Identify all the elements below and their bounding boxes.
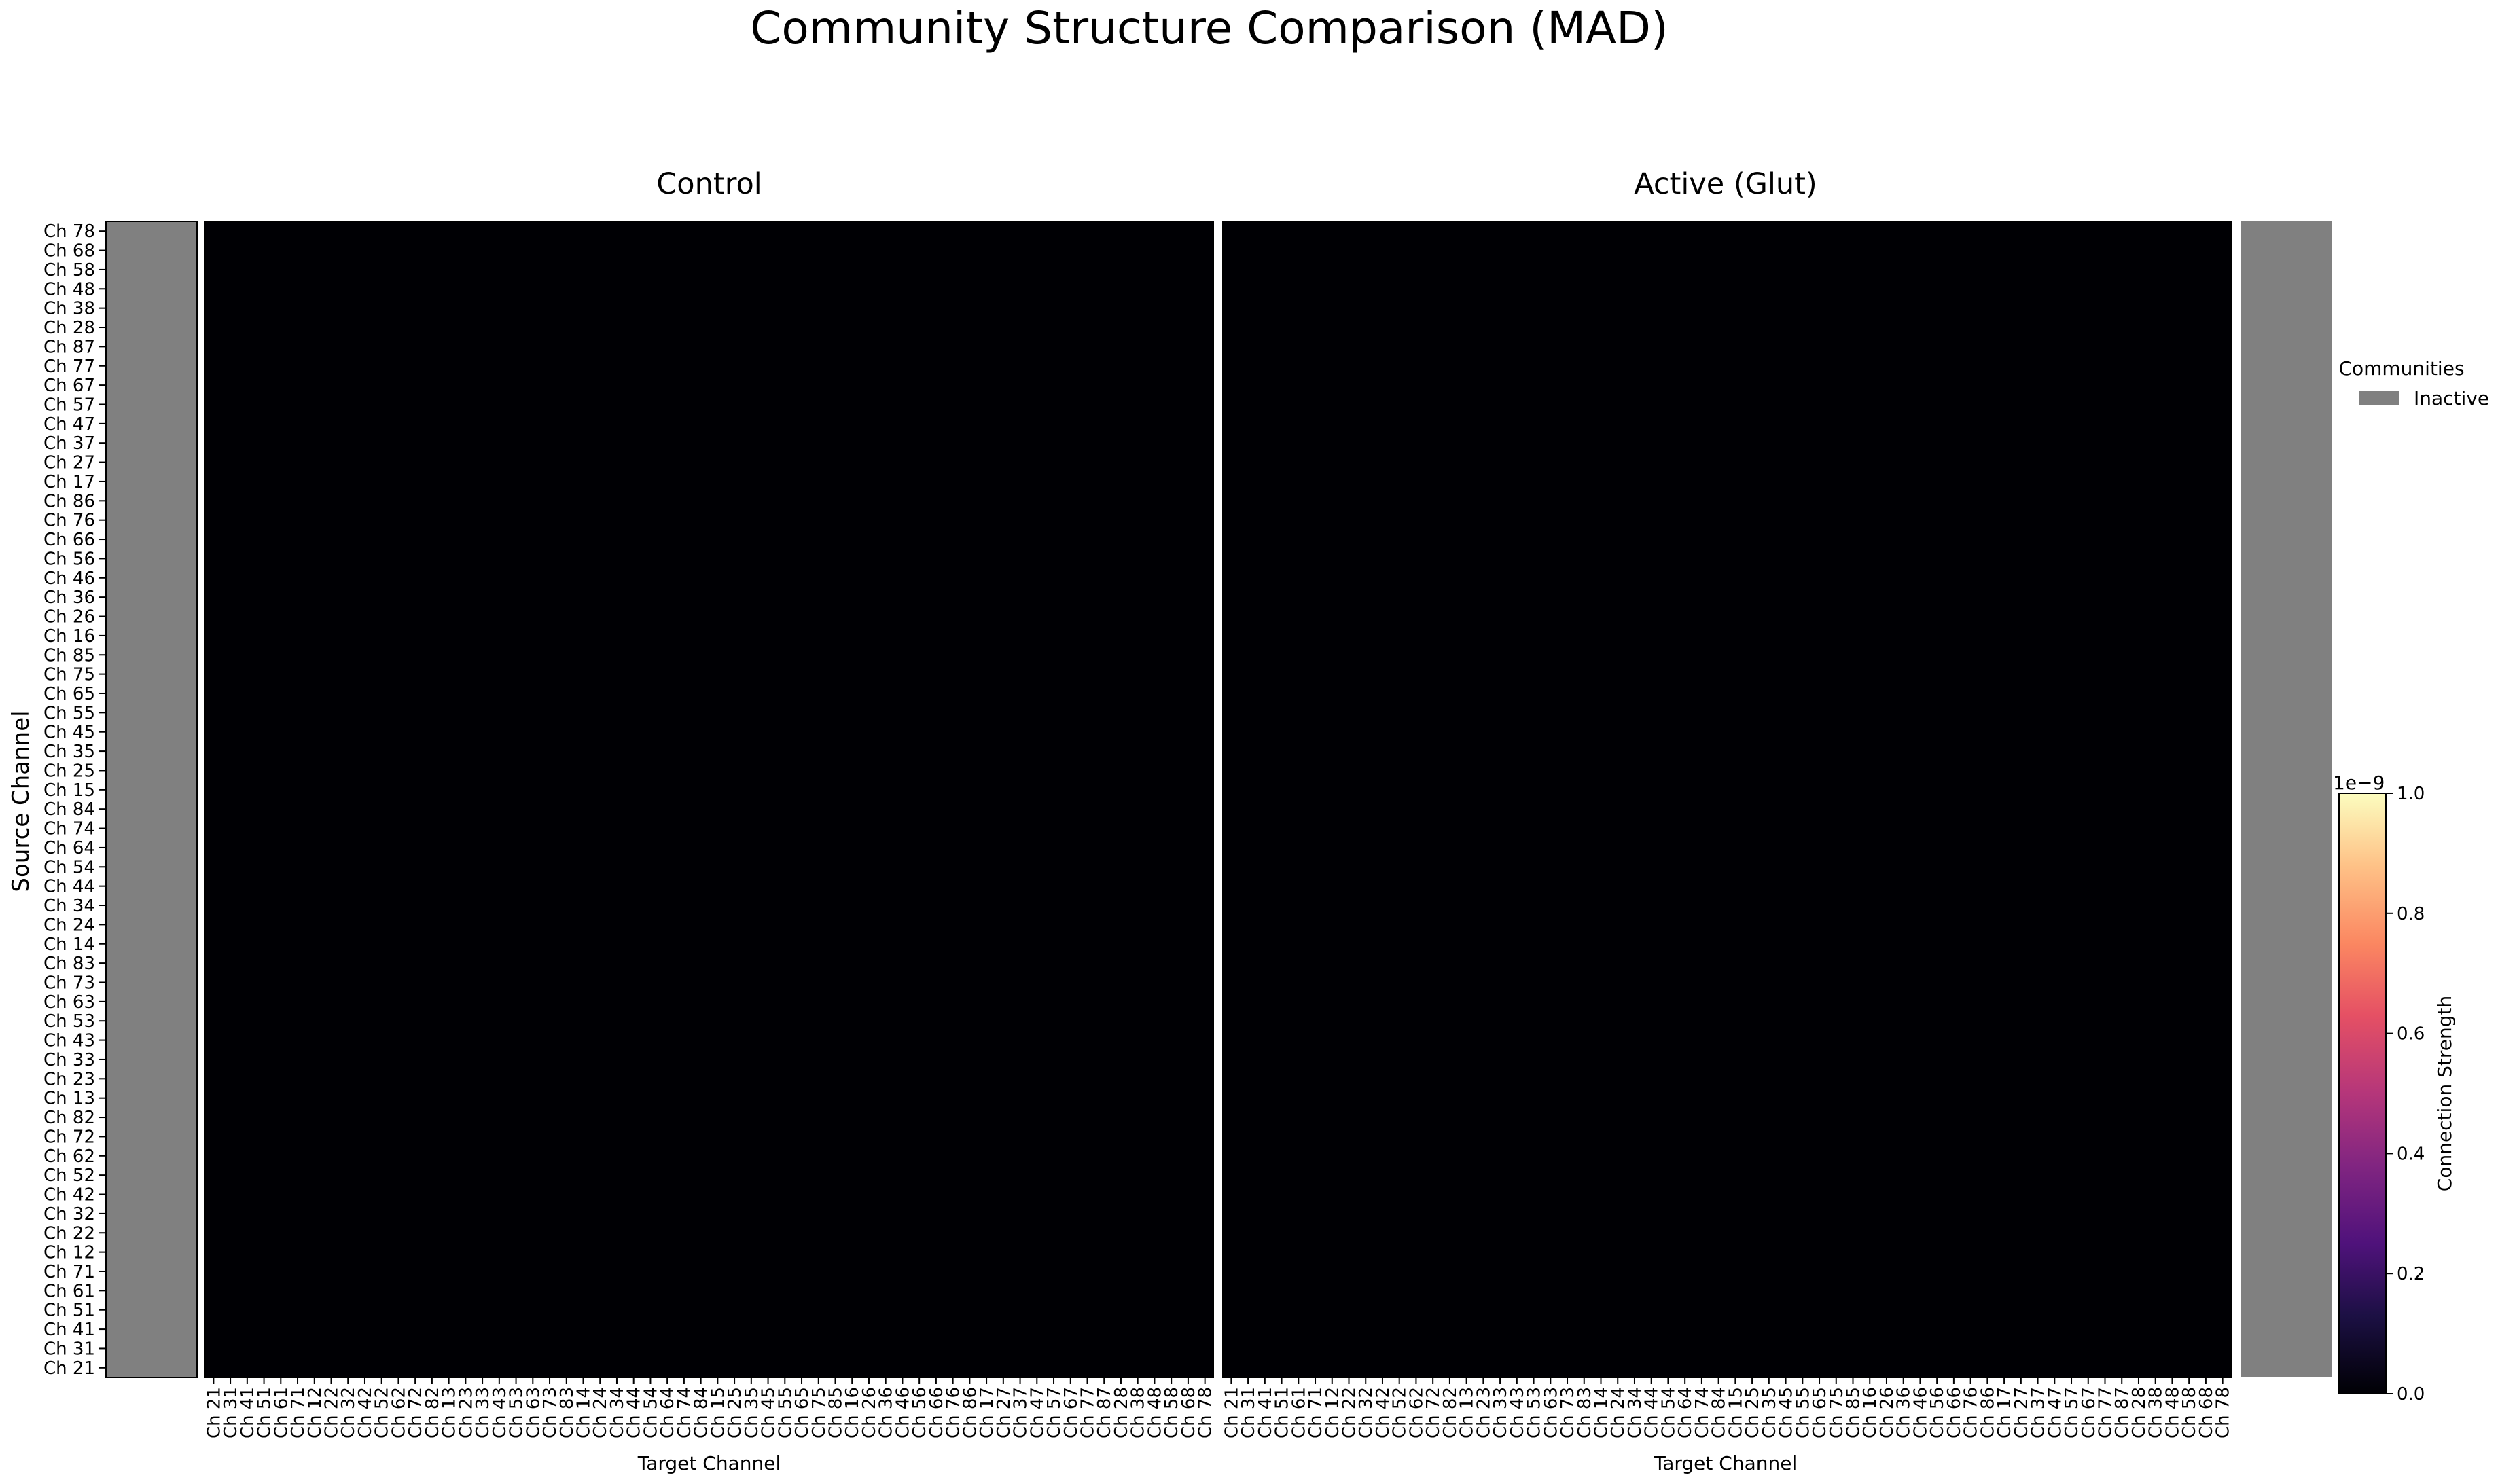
y-tick-label: Ch 46 [43, 568, 95, 589]
legend-swatch-inactive [2359, 391, 2399, 405]
y-tick-label: Ch 86 [43, 491, 95, 511]
y-tick-label: Ch 83 [43, 954, 95, 974]
colorbar [2338, 793, 2387, 1394]
y-tick-label: Ch 74 [43, 819, 95, 839]
y-tick-label: Ch 47 [43, 414, 95, 435]
y-tick-label: Ch 31 [43, 1339, 95, 1359]
heatmap-control [204, 221, 1214, 1378]
y-tick-label: Ch 32 [43, 1204, 95, 1225]
panel-title-active: Active (Glut) [1634, 167, 1817, 201]
x-tick-label-control: Ch 78 [1196, 1387, 1216, 1438]
y-tick-label: Ch 57 [43, 395, 95, 415]
y-tick-label: Ch 72 [43, 1127, 95, 1147]
y-tick-label: Ch 28 [43, 318, 95, 338]
colorbar-tick-label: 1.0 [2397, 784, 2425, 804]
y-tick-label: Ch 82 [43, 1108, 95, 1128]
y-tick-label: Ch 76 [43, 511, 95, 531]
y-tick-label: Ch 38 [43, 299, 95, 319]
y-tick-label: Ch 48 [43, 279, 95, 300]
y-tick-label: Ch 45 [43, 723, 95, 743]
y-tick-label: Ch 34 [43, 896, 95, 916]
colorbar-tick-label: 0.8 [2397, 904, 2425, 924]
y-tick-label: Ch 33 [43, 1050, 95, 1070]
y-tick-label: Ch 36 [43, 587, 95, 608]
y-tick-label: Ch 84 [43, 799, 95, 820]
y-tick-label: Ch 21 [43, 1358, 95, 1379]
y-tick-label: Ch 75 [43, 665, 95, 685]
y-tick-label: Ch 44 [43, 877, 95, 897]
colorbar-tick-label: 0.2 [2397, 1264, 2425, 1284]
panel-title-control: Control [656, 167, 762, 201]
y-tick-label: Ch 42 [43, 1185, 95, 1206]
y-tick-label: Ch 22 [43, 1223, 95, 1244]
y-tick-label: Ch 51 [43, 1301, 95, 1321]
y-tick-label: Ch 24 [43, 915, 95, 935]
community-comparison-chart: Community Structure Comparison (MAD) Con… [7, 2, 2489, 1474]
y-tick-label: Ch 87 [43, 337, 95, 357]
y-tick-label: Ch 12 [43, 1243, 95, 1263]
y-tick-label: Ch 67 [43, 376, 95, 396]
y-tick-label: Ch 56 [43, 549, 95, 569]
y-tick-label: Ch 35 [43, 742, 95, 762]
chart-title: Community Structure Comparison (MAD) [750, 2, 1669, 54]
colorbar-tick-label: 0.6 [2397, 1024, 2425, 1045]
y-tick-label: Ch 15 [43, 780, 95, 801]
y-tick-label: Ch 25 [43, 761, 95, 781]
y-tick-label: Ch 41 [43, 1320, 95, 1340]
heatmap-active [1222, 221, 2232, 1378]
y-tick-label: Ch 66 [43, 530, 95, 550]
legend-label-inactive: Inactive [2414, 387, 2489, 410]
y-tick-label: Ch 68 [43, 241, 95, 261]
y-tick-label: Ch 58 [43, 260, 95, 280]
source-community-bar [105, 221, 198, 1378]
y-tick-label: Ch 14 [43, 935, 95, 955]
y-tick-label: Ch 73 [43, 973, 95, 993]
y-tick-label: Ch 27 [43, 453, 95, 473]
x-axis-label-control: Target Channel [637, 1452, 781, 1474]
y-tick-label: Ch 63 [43, 992, 95, 1013]
y-tick-label: Ch 13 [43, 1089, 95, 1109]
y-tick-label: Ch 23 [43, 1069, 95, 1089]
y-tick-label: Ch 62 [43, 1146, 95, 1167]
legend-title: Communities [2338, 357, 2464, 380]
y-tick-label: Ch 55 [43, 703, 95, 723]
y-tick-label: Ch 78 [43, 221, 95, 242]
y-tick-label: Ch 52 [43, 1165, 95, 1186]
y-axis-label: Source Channel [7, 710, 35, 892]
y-tick-label: Ch 53 [43, 1011, 95, 1032]
x-axis-label-active: Target Channel [1654, 1452, 1797, 1474]
y-tick-label: Ch 65 [43, 684, 95, 704]
y-tick-label: Ch 77 [43, 357, 95, 377]
y-tick-label: Ch 17 [43, 472, 95, 492]
colorbar-offset-label: 1e−9 [2333, 772, 2385, 794]
colorbar-tick-label: 0.4 [2397, 1144, 2425, 1164]
target-community-bar [2241, 221, 2332, 1377]
y-tick-label: Ch 54 [43, 857, 95, 877]
y-tick-label: Ch 71 [43, 1262, 95, 1282]
colorbar-label: Connection Strength [2433, 996, 2456, 1191]
y-tick-label: Ch 26 [43, 607, 95, 628]
y-tick-label: Ch 43 [43, 1031, 95, 1051]
x-tick-label-active: Ch 78 [2213, 1387, 2234, 1438]
y-tick-label: Ch 16 [43, 626, 95, 647]
y-tick-label: Ch 64 [43, 838, 95, 858]
colorbar-tick-label: 0.0 [2397, 1384, 2425, 1405]
y-tick-label: Ch 61 [43, 1281, 95, 1301]
y-tick-label: Ch 37 [43, 433, 95, 454]
y-tick-label: Ch 85 [43, 645, 95, 666]
